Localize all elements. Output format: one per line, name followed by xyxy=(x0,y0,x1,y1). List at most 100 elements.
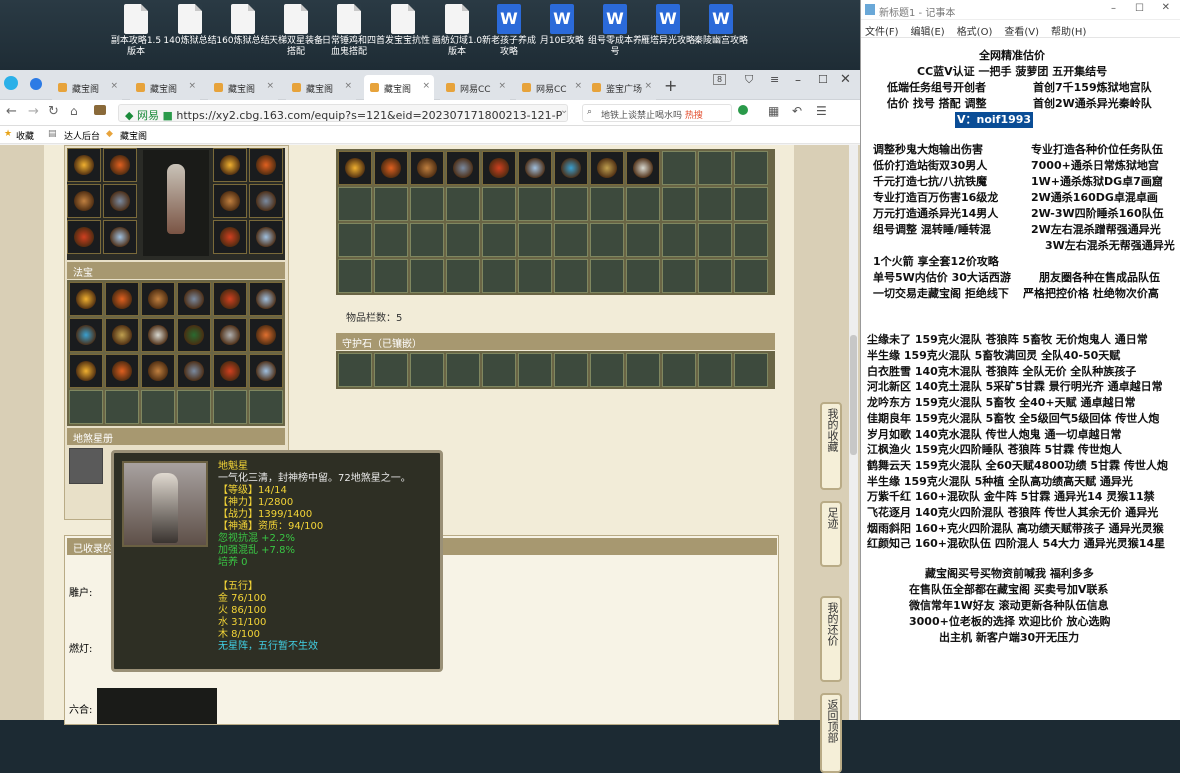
item-slot[interactable] xyxy=(213,184,247,218)
my-bargain-button[interactable]: 我的还价 xyxy=(820,596,842,682)
item-slot[interactable] xyxy=(105,282,139,316)
empty-slot[interactable] xyxy=(698,259,732,293)
empty-slot[interactable] xyxy=(446,259,480,293)
item-slot[interactable] xyxy=(590,151,624,185)
item-slot[interactable] xyxy=(69,282,103,316)
item-slot[interactable] xyxy=(67,220,101,254)
desktop-icon[interactable]: W 新老孩子养成攻略 xyxy=(481,4,537,58)
minimize-icon[interactable]: – xyxy=(1111,3,1116,14)
empty-slot[interactable] xyxy=(374,259,408,293)
empty-slot[interactable] xyxy=(626,353,660,387)
my-favorites-button[interactable]: 我的收藏 xyxy=(820,402,842,490)
maximize-icon[interactable]: ☐ xyxy=(818,73,828,86)
scrollbar-thumb[interactable] xyxy=(850,335,857,455)
shirt-icon[interactable]: ⛉ xyxy=(745,73,753,87)
empty-slot[interactable] xyxy=(590,259,624,293)
item-slot[interactable] xyxy=(554,151,588,185)
menu-item[interactable]: 文件(F) xyxy=(865,27,899,38)
undo-icon[interactable]: ↶ xyxy=(792,104,802,118)
empty-slot[interactable] xyxy=(338,353,372,387)
desktop-icon[interactable]: 画舫幻域1.0版本 xyxy=(429,4,485,58)
item-slot[interactable] xyxy=(446,151,480,185)
empty-slot[interactable] xyxy=(662,223,696,257)
empty-slot[interactable] xyxy=(662,259,696,293)
item-slot[interactable] xyxy=(374,151,408,185)
empty-slot[interactable] xyxy=(554,187,588,221)
menu-item[interactable]: 查看(V) xyxy=(1004,27,1039,38)
desktop-icon[interactable]: W 秦陵幽宫攻略 xyxy=(693,4,749,47)
item-slot[interactable] xyxy=(177,354,211,388)
item-slot[interactable] xyxy=(249,148,283,182)
empty-slot[interactable] xyxy=(482,223,516,257)
item-slot[interactable] xyxy=(69,354,103,388)
forward-icon[interactable]: → xyxy=(28,104,39,119)
desktop-icon[interactable]: 日常锤鸡和四血鬼搭配 xyxy=(321,4,377,58)
item-slot[interactable] xyxy=(213,220,247,254)
search-input[interactable]: ⌕ 地铁上谈禁止喝水吗 热搜 xyxy=(582,104,732,122)
item-slot[interactable] xyxy=(67,184,101,218)
empty-slot[interactable] xyxy=(213,390,247,424)
page-scrollbar[interactable] xyxy=(849,145,858,720)
empty-slot[interactable] xyxy=(626,187,660,221)
empty-slot[interactable] xyxy=(590,353,624,387)
bookmark-cbg[interactable]: 藏宝阁 xyxy=(120,129,147,142)
desktop-icon[interactable]: 160炼狱总结 xyxy=(215,4,271,47)
item-slot[interactable] xyxy=(105,318,139,352)
empty-slot[interactable] xyxy=(410,353,444,387)
menu-item[interactable]: 编辑(E) xyxy=(911,27,945,38)
empty-slot[interactable] xyxy=(662,151,696,185)
tab-close-icon[interactable]: × xyxy=(188,81,196,91)
item-slot[interactable] xyxy=(105,354,139,388)
item-slot[interactable] xyxy=(249,220,283,254)
empty-slot[interactable] xyxy=(698,353,732,387)
empty-slot[interactable] xyxy=(69,390,103,424)
item-slot[interactable] xyxy=(338,151,372,185)
empty-slot[interactable] xyxy=(626,223,660,257)
desktop-icon[interactable]: W 雁塔异光攻略 xyxy=(640,4,696,47)
item-slot[interactable] xyxy=(103,148,137,182)
item-slot[interactable] xyxy=(103,220,137,254)
empty-slot[interactable] xyxy=(482,259,516,293)
item-slot[interactable] xyxy=(626,151,660,185)
empty-slot[interactable] xyxy=(141,390,175,424)
item-slot[interactable] xyxy=(410,151,444,185)
empty-slot[interactable] xyxy=(626,259,660,293)
browser-tab[interactable]: 藏宝阁 × xyxy=(208,75,278,100)
bookmark-favorites[interactable]: 收藏 xyxy=(16,129,34,142)
received-items[interactable] xyxy=(97,688,217,724)
bookmark-creator[interactable]: 达人后台 xyxy=(64,129,100,142)
empty-slot[interactable] xyxy=(338,187,372,221)
tab-close-icon[interactable]: × xyxy=(110,81,118,91)
tab-close-icon[interactable]: × xyxy=(498,81,506,91)
empty-slot[interactable] xyxy=(698,151,732,185)
empty-slot[interactable] xyxy=(734,151,768,185)
empty-slot[interactable] xyxy=(662,353,696,387)
wallet-icon[interactable] xyxy=(94,105,106,115)
back-to-top-button[interactable]: 返回顶部 xyxy=(820,693,842,773)
back-icon[interactable]: ← xyxy=(6,104,17,119)
desktop-icon[interactable]: 首发宝宝抗性 xyxy=(375,4,431,47)
home-icon[interactable]: ⌂ xyxy=(70,104,78,118)
tab-close-icon[interactable]: × xyxy=(644,81,652,91)
desktop-icon[interactable]: 副本攻略1.5版本 xyxy=(108,4,164,58)
empty-slot[interactable] xyxy=(518,353,552,387)
notepad-text-area[interactable]: 全网精准估价 CC蓝V认证 一把手 菠萝团 五开集结号 低端任务组号开创者 首创7千1… xyxy=(861,38,1180,720)
item-slot[interactable] xyxy=(518,151,552,185)
item-slot[interactable] xyxy=(213,148,247,182)
empty-slot[interactable] xyxy=(734,259,768,293)
browser-tab[interactable]: 藏宝阁 × xyxy=(286,75,356,100)
item-slot[interactable] xyxy=(141,282,175,316)
item-slot[interactable] xyxy=(141,354,175,388)
item-slot[interactable] xyxy=(213,354,247,388)
browser-tab[interactable]: 藏宝阁 × xyxy=(130,75,200,100)
browser-tab[interactable]: 鉴宝广场 × xyxy=(586,75,656,100)
empty-slot[interactable] xyxy=(446,223,480,257)
desktop-icon[interactable]: W 月10E攻略 xyxy=(534,4,590,47)
desktop-icon[interactable]: 天梯双星装备搭配 xyxy=(268,4,324,58)
minimize-icon[interactable]: – xyxy=(795,73,801,87)
close-icon[interactable]: ✕ xyxy=(1162,2,1170,13)
empty-slot[interactable] xyxy=(734,223,768,257)
item-slot[interactable] xyxy=(213,318,247,352)
empty-slot[interactable] xyxy=(698,223,732,257)
item-slot[interactable] xyxy=(141,318,175,352)
